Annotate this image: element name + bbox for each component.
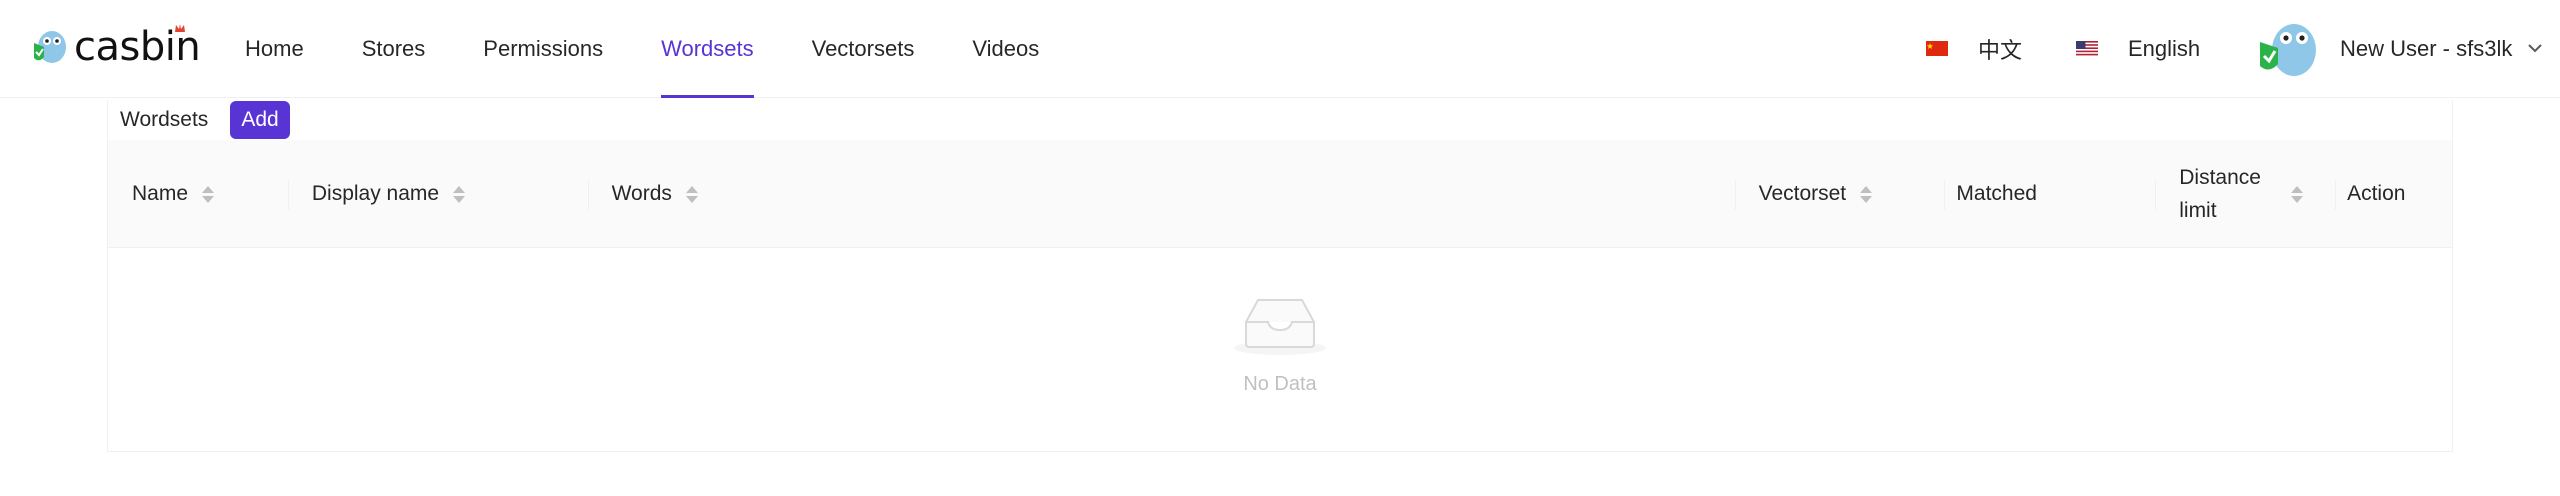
empty-state: No Data: [108, 248, 2452, 452]
column-header-matched: Matched: [1944, 140, 2155, 248]
nav-item-label: Stores: [361, 36, 426, 61]
empty-inbox-icon: [1232, 294, 1328, 361]
table-header: Name Display name Words Vectorset Matche…: [108, 140, 2452, 248]
card-title: Wordsets: [120, 108, 209, 131]
nav-item-stores[interactable]: Stores: [333, 0, 455, 98]
nav-item-label: Vectorsets: [811, 36, 915, 61]
empty-text: No Data: [1243, 373, 1317, 395]
sort-icon: [453, 185, 466, 203]
column-label: Vectorset: [1758, 182, 1847, 205]
sort-icon: [202, 185, 215, 203]
main-nav: Home Stores Permissions Wordsets Vectors…: [216, 0, 1068, 98]
wordsets-card: Wordsets Add Name Display name Words Vec…: [107, 100, 2453, 452]
language-chinese[interactable]: 中文: [1926, 0, 2022, 98]
column-header-vectorset[interactable]: Vectorset: [1734, 140, 1945, 248]
nav-item-label: Videos: [972, 36, 1040, 61]
language-label: English: [2128, 36, 2201, 61]
crown-icon: [174, 20, 186, 38]
column-label: Matched: [1956, 182, 2037, 205]
sort-icon: [685, 185, 698, 203]
column-header-name[interactable]: Name: [108, 140, 288, 248]
nav-item-videos[interactable]: Videos: [943, 0, 1068, 98]
sort-icon: [1860, 185, 1873, 203]
column-header-distance-limit[interactable]: Distance limit: [2155, 140, 2335, 248]
column-label: Words: [611, 182, 672, 205]
column-label: Action: [2347, 182, 2406, 205]
nav-item-label: Wordsets: [661, 36, 754, 61]
china-flag-icon: [1926, 36, 1948, 62]
card-header: Wordsets Add: [108, 100, 2452, 140]
add-button[interactable]: Add: [230, 101, 290, 139]
column-label: Distance limit: [2179, 166, 2261, 222]
column-header-display-name[interactable]: Display name: [287, 140, 588, 248]
nav-item-label: Home: [245, 36, 304, 61]
sort-icon: [2291, 185, 2304, 203]
nav-item-permissions[interactable]: Permissions: [454, 0, 632, 98]
column-label: Display name: [311, 182, 440, 205]
us-flag-icon: [2076, 36, 2098, 62]
nav-item-wordsets[interactable]: Wordsets: [632, 0, 783, 98]
language-label: 中文: [1978, 38, 2023, 63]
chevron-down-icon: [2528, 40, 2543, 58]
language-english[interactable]: English: [2076, 0, 2200, 98]
nav-item-home[interactable]: Home: [216, 0, 333, 98]
user-menu[interactable]: New User - sfs3lk: [2258, 0, 2543, 98]
top-header: casbin Home Stores Permissions Wordsets …: [0, 0, 2560, 98]
casbin-mascot-icon: [30, 25, 72, 69]
column-header-words[interactable]: Words: [587, 140, 1735, 248]
column-header-action: Action: [2335, 140, 2452, 248]
nav-item-label: Permissions: [483, 36, 604, 61]
nav-item-vectorsets[interactable]: Vectorsets: [783, 0, 944, 98]
column-label: Name: [132, 182, 189, 205]
user-name: New User - sfs3lk: [2340, 36, 2513, 61]
brand-logo[interactable]: casbin: [30, 20, 201, 72]
avatar: [2258, 18, 2320, 80]
